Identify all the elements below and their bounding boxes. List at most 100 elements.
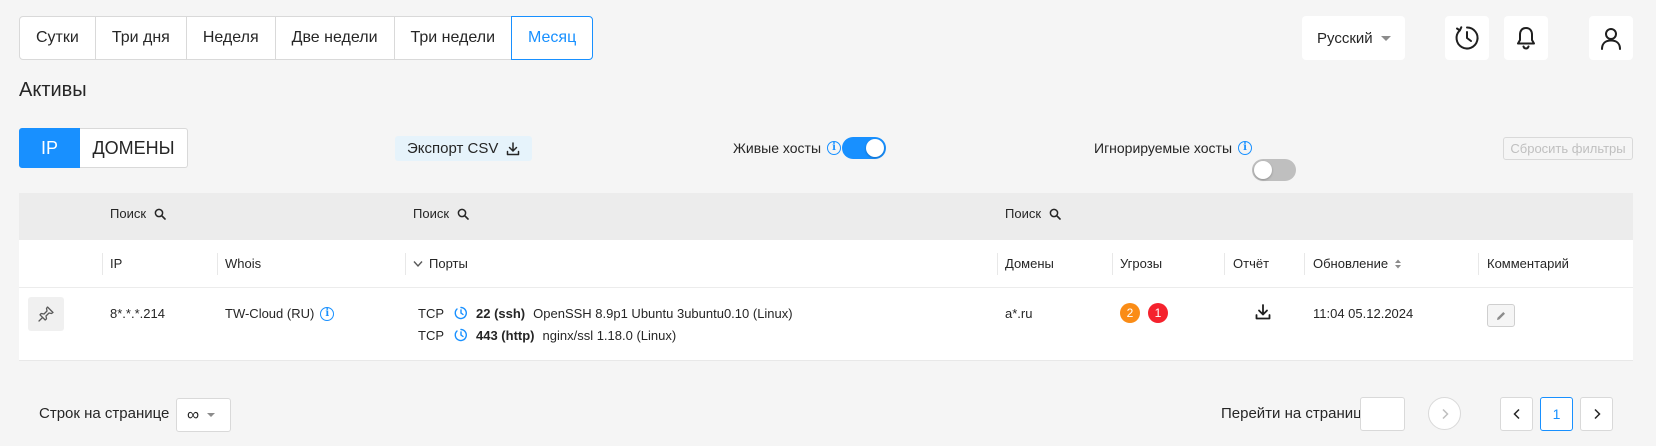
threat-medium-badge[interactable]: 2 — [1120, 303, 1140, 323]
column-divider — [1112, 253, 1113, 275]
prev-page-button[interactable] — [1500, 397, 1533, 431]
period-three-weeks[interactable]: Три недели — [393, 16, 513, 60]
search-icon — [457, 208, 469, 220]
column-header-report: Отчёт — [1233, 256, 1270, 271]
column-header-comment: Комментарий — [1487, 256, 1569, 271]
period-day[interactable]: Сутки — [19, 16, 96, 60]
period-week[interactable]: Неделя — [185, 16, 276, 60]
reset-filters-button[interactable]: Сбросить фильтры — [1503, 137, 1633, 160]
port-entry: TCP 443 (http) nginx/ssl 1.18.0 (Linux) — [418, 326, 793, 344]
period-three-days[interactable]: Три дня — [94, 16, 187, 60]
column-header-threats: Угрозы — [1120, 256, 1163, 271]
rows-per-page-select[interactable]: ∞ — [176, 398, 231, 432]
notifications-button[interactable] — [1504, 16, 1548, 60]
search-domains-label: Поиск — [1005, 206, 1042, 221]
threat-high-badge[interactable]: 1 — [1148, 303, 1168, 323]
live-hosts-toggle[interactable] — [842, 137, 886, 159]
search-icon — [154, 208, 166, 220]
column-header-updated[interactable]: Обновление — [1313, 256, 1402, 271]
history-icon[interactable] — [454, 328, 468, 342]
cell-updated: 11:04 05.12.2024 — [1313, 306, 1414, 321]
pin-button[interactable] — [28, 297, 64, 331]
next-page-button[interactable] — [1580, 397, 1613, 431]
period-selector: Сутки Три дня Неделя Две недели Три неде… — [19, 16, 594, 60]
export-csv-button[interactable]: Экспорт CSV — [395, 136, 533, 161]
column-divider — [1304, 253, 1305, 275]
table-row — [19, 288, 1633, 361]
column-divider — [405, 253, 406, 275]
goto-page-input[interactable] — [1360, 397, 1405, 431]
caret-down-icon — [1380, 35, 1391, 41]
export-csv-label: Экспорт CSV — [407, 140, 499, 157]
search-icon — [1049, 208, 1061, 220]
asset-type-switch: IP ДОМЕНЫ — [19, 128, 188, 168]
rows-per-page-label: Строк на странице — [39, 405, 170, 422]
port-entry: TCP 22 (ssh) OpenSSH 8.9p1 Ubuntu 3ubunt… — [418, 304, 793, 322]
tab-domains[interactable]: ДОМЕНЫ — [80, 128, 188, 168]
period-two-weeks[interactable]: Две недели — [274, 16, 395, 60]
language-value: Русский — [1317, 29, 1373, 47]
chevron-right-icon — [1593, 408, 1601, 420]
live-hosts-label: Живые хосты — [733, 140, 822, 156]
cell-domain[interactable]: a*.ru — [1005, 306, 1032, 321]
column-header-ports[interactable]: Порты — [413, 256, 468, 271]
live-hosts-filter: Живые хосты i — [733, 140, 842, 156]
port-protocol: TCP — [418, 305, 444, 321]
chevron-right-icon — [1441, 408, 1449, 419]
goto-page-button[interactable] — [1428, 397, 1461, 430]
search-ports[interactable]: Поиск — [413, 206, 469, 221]
bell-icon — [1517, 27, 1535, 50]
port-number: 22 (ssh) — [476, 305, 526, 321]
column-divider — [1478, 253, 1479, 275]
column-divider — [997, 253, 998, 275]
search-domains[interactable]: Поиск — [1005, 206, 1061, 221]
port-protocol: TCP — [418, 327, 444, 343]
caret-down-icon — [207, 413, 216, 417]
edit-comment-button[interactable] — [1487, 304, 1515, 327]
history-icon — [1455, 26, 1479, 50]
table-search-row — [19, 193, 1633, 240]
history-icon[interactable] — [454, 306, 468, 320]
chevron-down-icon — [413, 260, 423, 267]
column-header-domains: Домены — [1005, 256, 1054, 271]
ignored-hosts-toggle[interactable] — [1252, 159, 1296, 181]
user-profile-button[interactable] — [1589, 16, 1633, 60]
toggle-knob — [1254, 161, 1272, 179]
report-download-button[interactable] — [1254, 303, 1272, 326]
cell-whois: TW-Cloud (RU) i — [225, 306, 335, 321]
sort-icon — [1395, 259, 1402, 268]
page-title: Активы — [19, 79, 87, 101]
rows-per-page-value: ∞ — [187, 405, 200, 424]
history-button[interactable] — [1445, 16, 1489, 60]
cell-threats: 2 1 — [1120, 303, 1168, 323]
search-ports-label: Поиск — [413, 206, 450, 221]
port-service: nginx/ssl 1.18.0 (Linux) — [542, 327, 677, 343]
pin-icon — [38, 306, 54, 322]
whois-value: TW-Cloud (RU) — [225, 306, 315, 321]
user-icon — [1601, 28, 1621, 50]
ignored-hosts-label: Игнорируемые хосты — [1094, 140, 1233, 156]
chevron-left-icon — [1512, 408, 1520, 420]
column-header-whois: Whois — [225, 256, 262, 271]
info-icon[interactable]: i — [320, 306, 335, 321]
port-service: OpenSSH 8.9p1 Ubuntu 3ubuntu0.10 (Linux) — [533, 305, 793, 321]
column-divider — [102, 253, 103, 275]
cell-ports: TCP 22 (ssh) OpenSSH 8.9p1 Ubuntu 3ubunt… — [418, 304, 793, 344]
info-icon[interactable]: i — [1238, 141, 1253, 155]
cell-ip: 8*.*.*.214 — [110, 306, 165, 321]
period-month[interactable]: Месяц — [511, 16, 594, 60]
column-header-ip: IP — [110, 256, 123, 271]
download-icon — [507, 141, 520, 155]
search-ip[interactable]: Поиск — [110, 206, 166, 221]
info-icon[interactable]: i — [827, 141, 842, 155]
port-number: 443 (http) — [476, 327, 535, 343]
column-header-updated-label: Обновление — [1313, 256, 1389, 271]
ignored-hosts-filter: Игнорируемые хосты i — [1094, 140, 1253, 156]
language-select[interactable]: Русский — [1302, 16, 1405, 60]
toggle-knob — [866, 139, 884, 157]
column-divider — [1224, 253, 1225, 275]
tab-ip[interactable]: IP — [19, 128, 80, 168]
page-button-current[interactable]: 1 — [1540, 397, 1573, 431]
column-divider — [217, 253, 218, 275]
pencil-icon — [1497, 311, 1505, 320]
